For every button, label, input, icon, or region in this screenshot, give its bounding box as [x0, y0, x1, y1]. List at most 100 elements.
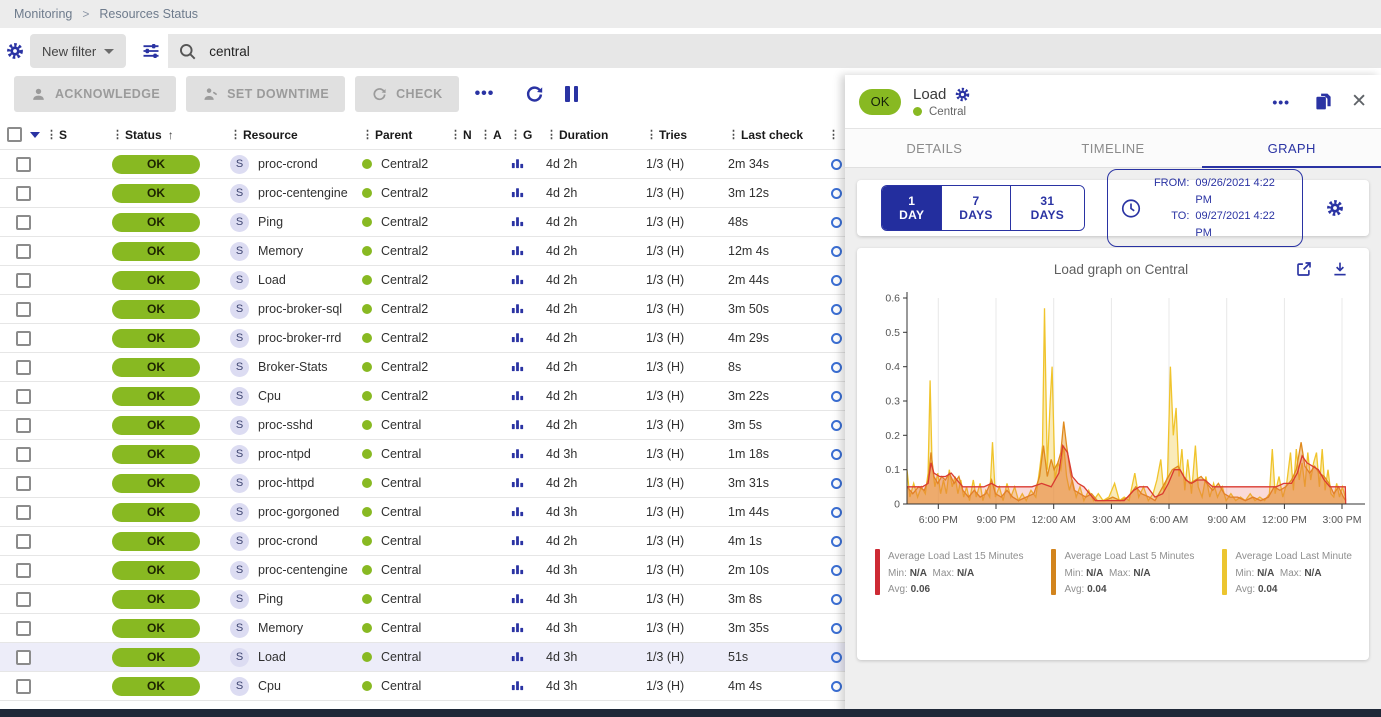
graph-icon[interactable] — [510, 445, 525, 463]
select-options-caret-icon[interactable] — [30, 132, 40, 138]
row-checkbox[interactable] — [16, 157, 31, 172]
graph-settings-gear-icon[interactable] — [1325, 198, 1345, 218]
table-row[interactable]: OK S Ping Central2 4d 2h 1/3 (H) 48s — [0, 208, 900, 237]
resource-name[interactable]: Cpu — [258, 679, 281, 693]
row-checkbox[interactable] — [16, 563, 31, 578]
table-row[interactable]: OK S Load Central2 4d 2h 1/3 (H) 2m 44s — [0, 266, 900, 295]
graph-icon[interactable] — [510, 619, 525, 637]
breadcrumb-resources-status[interactable]: Resources Status — [99, 7, 198, 21]
from-to-picker[interactable]: FROM:09/26/2021 4:22 PM TO:09/27/2021 4:… — [1107, 169, 1303, 247]
resource-name[interactable]: proc-crond — [258, 157, 318, 171]
resource-name[interactable]: Load — [258, 273, 286, 287]
column-header-a[interactable]: ⋮A — [480, 128, 510, 142]
resource-name[interactable]: Load — [258, 650, 286, 664]
set-downtime-button[interactable]: SET DOWNTIME — [186, 76, 345, 112]
column-header-duration[interactable]: ⋮Duration — [546, 128, 646, 142]
pause-icon[interactable] — [565, 86, 578, 102]
graph-icon[interactable] — [510, 155, 525, 173]
search-input[interactable] — [209, 44, 609, 59]
legend-item[interactable]: Average Load Last 5 Minutes Min: N/A Max… — [1051, 549, 1194, 599]
row-checkbox[interactable] — [16, 592, 31, 607]
graph-icon[interactable] — [510, 271, 525, 289]
table-row[interactable]: OK S Cpu Central 4d 3h 1/3 (H) 4m 4s — [0, 672, 900, 701]
resource-name[interactable]: Cpu — [258, 389, 281, 403]
table-row[interactable]: OK S Memory Central 4d 3h 1/3 (H) 3m 35s — [0, 614, 900, 643]
graph-icon[interactable] — [510, 358, 525, 376]
resource-name[interactable]: Broker-Stats — [258, 360, 327, 374]
table-row[interactable]: OK S proc-centengine Central 4d 3h 1/3 (… — [0, 556, 900, 585]
resource-name[interactable]: proc-centengine — [258, 186, 348, 200]
close-panel-icon[interactable]: ✕ — [1351, 92, 1367, 111]
row-checkbox[interactable] — [16, 418, 31, 433]
row-checkbox[interactable] — [16, 215, 31, 230]
table-row[interactable]: OK S proc-crond Central 4d 2h 1/3 (H) 4m… — [0, 527, 900, 556]
row-checkbox[interactable] — [16, 244, 31, 259]
row-checkbox[interactable] — [16, 302, 31, 317]
row-checkbox[interactable] — [16, 621, 31, 636]
row-checkbox[interactable] — [16, 679, 31, 694]
graph-icon[interactable] — [510, 242, 525, 260]
tab-graph[interactable]: GRAPH — [1202, 129, 1381, 167]
graph-icon[interactable] — [510, 503, 525, 521]
table-row[interactable]: OK S proc-httpd Central 4d 2h 1/3 (H) 3m… — [0, 469, 900, 498]
resource-name[interactable]: proc-broker-rrd — [258, 331, 341, 345]
resource-name[interactable]: proc-centengine — [258, 563, 348, 577]
table-row[interactable]: OK S proc-gorgoned Central 4d 3h 1/3 (H)… — [0, 498, 900, 527]
legend-item[interactable]: Average Load Last 15 Minutes Min: N/A Ma… — [875, 549, 1023, 599]
time-range-button[interactable]: 7 DAYS — [941, 186, 1009, 230]
row-checkbox[interactable] — [16, 389, 31, 404]
time-range-button[interactable]: 31 DAYS — [1010, 186, 1085, 230]
table-row[interactable]: OK S proc-centengine Central2 4d 2h 1/3 … — [0, 179, 900, 208]
graph-icon[interactable] — [510, 561, 525, 579]
graph-icon[interactable] — [510, 184, 525, 202]
table-row[interactable]: OK S Load Central 4d 3h 1/3 (H) 51s — [0, 643, 900, 672]
row-checkbox[interactable] — [16, 447, 31, 462]
column-header-severity[interactable]: ⋮S — [46, 128, 112, 142]
acknowledge-button[interactable]: ACKNOWLEDGE — [14, 76, 176, 112]
table-row[interactable]: OK S proc-broker-sql Central2 4d 2h 1/3 … — [0, 295, 900, 324]
resource-name[interactable]: Memory — [258, 621, 303, 635]
select-all-checkbox[interactable] — [7, 127, 22, 142]
resource-name[interactable]: Ping — [258, 215, 283, 229]
column-header-tries[interactable]: ⋮Tries — [646, 128, 728, 142]
resource-name[interactable]: proc-sshd — [258, 418, 313, 432]
row-checkbox[interactable] — [16, 360, 31, 375]
column-header-parent[interactable]: ⋮Parent — [362, 128, 450, 142]
table-row[interactable]: OK S proc-sshd Central 4d 2h 1/3 (H) 3m … — [0, 411, 900, 440]
check-button[interactable]: CHECK — [355, 76, 458, 112]
row-checkbox[interactable] — [16, 650, 31, 665]
tab-details[interactable]: DETAILS — [845, 129, 1024, 167]
table-row[interactable]: OK S Cpu Central2 4d 2h 1/3 (H) 3m 22s — [0, 382, 900, 411]
resource-name[interactable]: Memory — [258, 244, 303, 258]
table-row[interactable]: OK S proc-crond Central2 4d 2h 1/3 (H) 2… — [0, 150, 900, 179]
legend-item[interactable]: Average Load Last Minute Min: N/A Max: N… — [1222, 549, 1352, 599]
row-checkbox[interactable] — [16, 331, 31, 346]
column-header-n[interactable]: ⋮N — [450, 128, 480, 142]
graph-icon[interactable] — [510, 300, 525, 318]
new-filter-dropdown[interactable]: New filter — [30, 34, 126, 68]
refresh-icon[interactable] — [524, 84, 545, 105]
table-row[interactable]: OK S Broker-Stats Central2 4d 2h 1/3 (H)… — [0, 353, 900, 382]
resource-name[interactable]: proc-gorgoned — [258, 505, 339, 519]
resource-name[interactable]: proc-ntpd — [258, 447, 311, 461]
download-icon[interactable] — [1331, 260, 1349, 278]
column-header-g[interactable]: ⋮G — [510, 128, 546, 142]
table-row[interactable]: OK S Memory Central2 4d 2h 1/3 (H) 12m 4… — [0, 237, 900, 266]
graph-icon[interactable] — [510, 474, 525, 492]
row-checkbox[interactable] — [16, 534, 31, 549]
column-header-status[interactable]: ⋮Status↑ — [112, 128, 230, 142]
table-row[interactable]: OK S Ping Central 4d 3h 1/3 (H) 3m 8s — [0, 585, 900, 614]
column-header-last-check[interactable]: ⋮Last check — [728, 128, 828, 142]
graph-icon[interactable] — [510, 213, 525, 231]
graph-icon[interactable] — [510, 329, 525, 347]
resource-name[interactable]: proc-crond — [258, 534, 318, 548]
panel-settings-gear-icon[interactable] — [954, 86, 971, 103]
graph-icon[interactable] — [510, 387, 525, 405]
graph-icon[interactable] — [510, 648, 525, 666]
row-checkbox[interactable] — [16, 476, 31, 491]
resource-name[interactable]: proc-broker-sql — [258, 302, 342, 316]
table-row[interactable]: OK S proc-broker-rrd Central2 4d 2h 1/3 … — [0, 324, 900, 353]
graph-icon[interactable] — [510, 677, 525, 695]
resource-name[interactable]: proc-httpd — [258, 476, 314, 490]
tab-timeline[interactable]: TIMELINE — [1024, 129, 1203, 167]
